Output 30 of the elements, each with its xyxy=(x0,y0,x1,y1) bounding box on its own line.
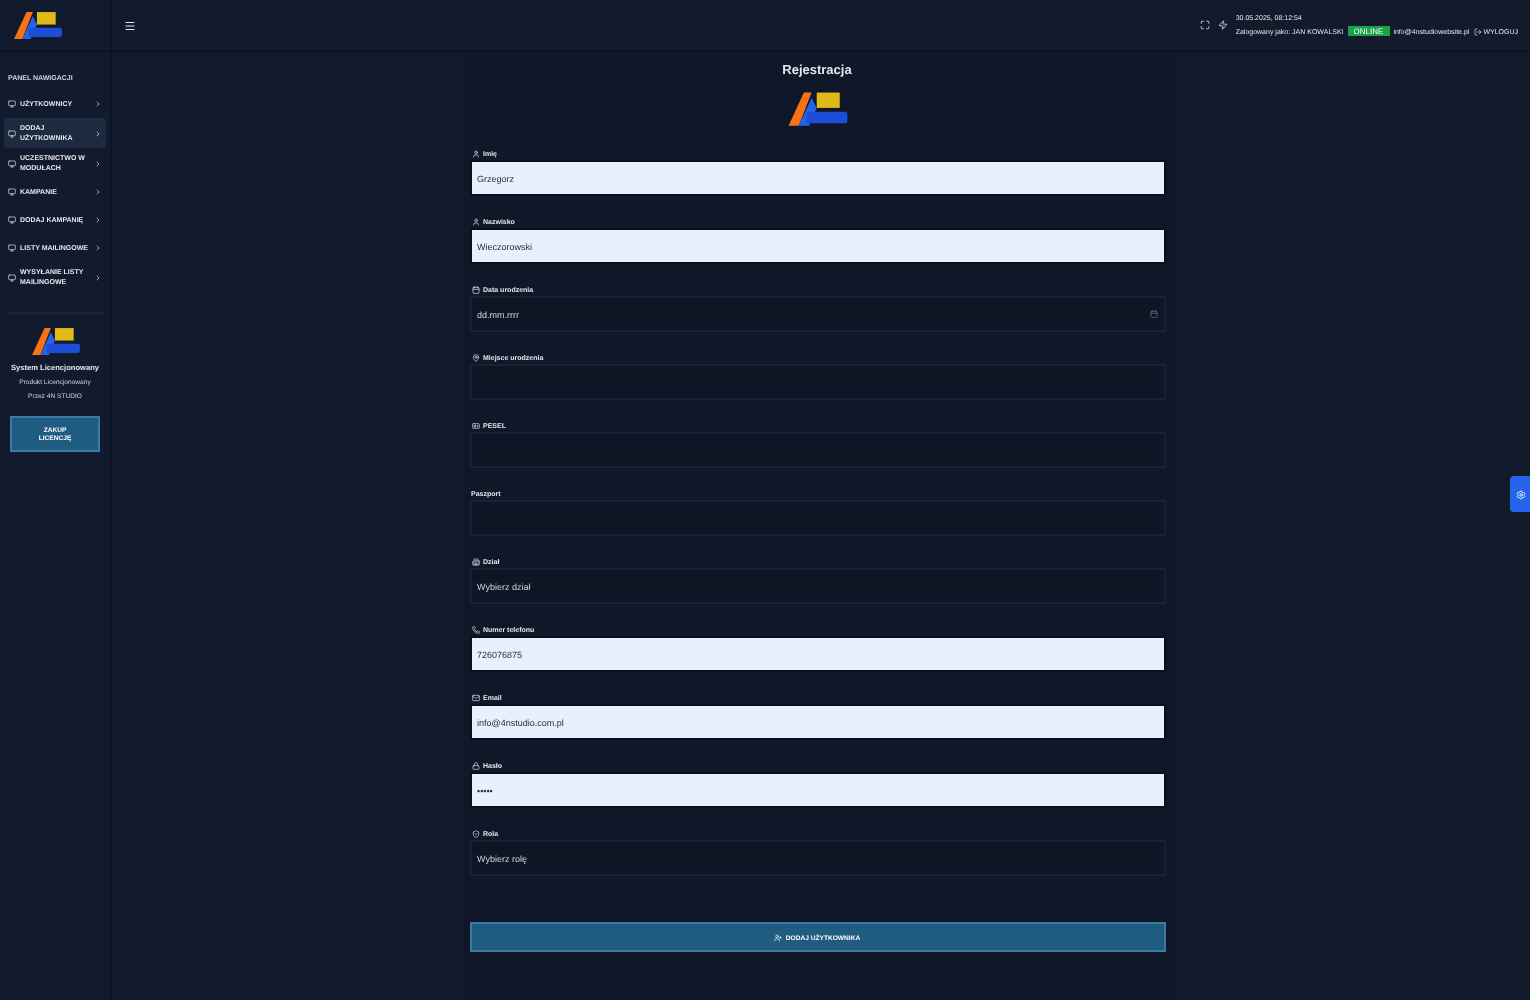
input-field[interactable] xyxy=(469,364,1165,401)
building-icon xyxy=(471,557,479,566)
lightning-icon[interactable] xyxy=(1217,20,1228,30)
logo xyxy=(785,90,849,129)
monitor-icon xyxy=(8,216,16,225)
location-pin-icon xyxy=(471,353,479,362)
logo xyxy=(12,9,64,41)
monitor-icon xyxy=(8,159,16,168)
mail-icon xyxy=(471,693,479,702)
add-user-icon xyxy=(773,933,782,942)
person-icon xyxy=(471,149,479,158)
monitor-icon xyxy=(8,273,16,282)
settings-tab[interactable] xyxy=(1510,476,1530,512)
person-icon xyxy=(471,217,479,226)
monitor-icon xyxy=(8,129,16,138)
monitor-icon xyxy=(8,188,16,197)
calendar-icon xyxy=(471,285,479,294)
monitor-icon xyxy=(8,100,16,108)
logout-icon xyxy=(1473,27,1482,35)
settings-icon xyxy=(1515,489,1525,499)
id-card-icon xyxy=(471,421,479,430)
shield-icon xyxy=(471,829,479,838)
input-field[interactable] xyxy=(469,432,1165,469)
logo xyxy=(29,326,81,358)
menu-icon[interactable] xyxy=(124,19,136,31)
monitor-icon xyxy=(8,244,16,253)
fullscreen-icon[interactable] xyxy=(1199,20,1210,30)
calendar-icon[interactable] xyxy=(1149,310,1157,319)
lock-icon xyxy=(471,761,479,770)
phone-icon xyxy=(471,625,479,634)
